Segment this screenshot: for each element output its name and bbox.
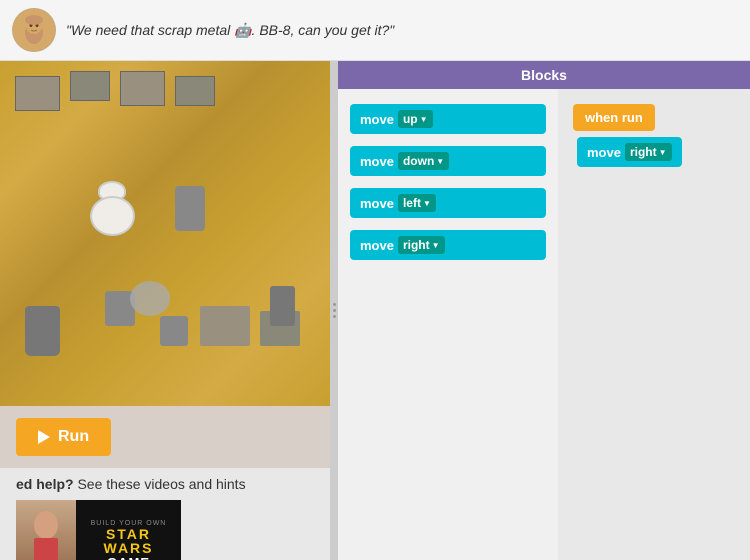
panel-divider [330,61,338,560]
when-run-block[interactable]: when run [573,104,655,131]
barrel-3 [160,316,188,346]
barrel-1 [25,306,60,356]
move-up-block[interactable]: move up ▼ [350,104,546,134]
workspace-move-right-block[interactable]: move right ▼ [577,137,682,167]
move-left-block[interactable]: move left ▼ [350,188,546,218]
dropdown-arrow-left: ▼ [423,199,431,208]
bb8-character [90,181,135,236]
crate-5 [200,306,250,346]
move-left-dropdown[interactable]: left ▼ [398,194,436,212]
avatar [12,8,56,52]
workspace-dropdown-arrow: ▼ [659,148,667,157]
dropdown-arrow-up: ▼ [420,115,428,124]
move-right-palette-text: move [360,238,394,253]
move-down-block[interactable]: move down ▼ [350,146,546,176]
divider-dots [333,303,336,318]
blocks-header: Blocks [338,61,750,89]
blocks-palette: move up ▼ move down ▼ move [338,89,558,560]
help-section: ed help? See these videos and hints BUIL… [0,468,330,560]
metal-pile [130,281,170,316]
starwars-logo: BUILD YOUR OWN STAR WARS GAME [91,520,167,560]
main-layout: Run ed help? See these videos and hints … [0,61,750,560]
game-canvas [0,61,330,406]
workspace: when run move right ▼ [558,89,750,560]
move-down-text: move [360,154,394,169]
run-icon [38,430,50,444]
run-label: Run [58,428,89,446]
help-video-thumbnail[interactable]: BUILD YOUR OWN STAR WARS GAME [16,500,181,560]
move-left-text: move [360,196,394,211]
move-right-palette-block[interactable]: move right ▼ [350,230,546,260]
move-up-dropdown[interactable]: up ▼ [398,110,433,128]
move-up-text: move [360,112,394,127]
dropdown-arrow-down: ▼ [436,157,444,166]
workspace-blocks: when run move right ▼ [573,104,735,167]
bb8-body [90,196,135,236]
help-title: ed help? See these videos and hints [16,476,314,492]
robot-character [175,186,205,231]
starwars-logo-bg: BUILD YOUR OWN STAR WARS GAME [76,500,181,560]
barrel-4 [270,286,295,326]
blocks-area: move up ▼ move down ▼ move [338,89,750,560]
crate-1 [15,76,60,111]
crate-4 [175,76,215,106]
crate-3 [120,71,165,106]
when-run-label: when run [585,110,643,125]
dropdown-arrow-right: ▼ [432,241,440,250]
workspace-move-right-text: move [587,145,621,160]
person-image [16,500,76,560]
character-bar: "We need that scrap metal 🤖. BB-8, can y… [0,0,750,61]
left-panel: Run ed help? See these videos and hints … [0,61,330,560]
move-right-palette-dropdown[interactable]: right ▼ [398,236,445,254]
run-button[interactable]: Run [16,418,111,456]
right-panel: Blocks move up ▼ move down ▼ [338,61,750,560]
move-down-dropdown[interactable]: down ▼ [398,152,449,170]
workspace-move-right-value: right [630,145,657,159]
workspace-move-right-dropdown[interactable]: right ▼ [625,143,672,161]
crate-2 [70,71,110,101]
speech-text: "We need that scrap metal 🤖. BB-8, can y… [66,22,394,39]
